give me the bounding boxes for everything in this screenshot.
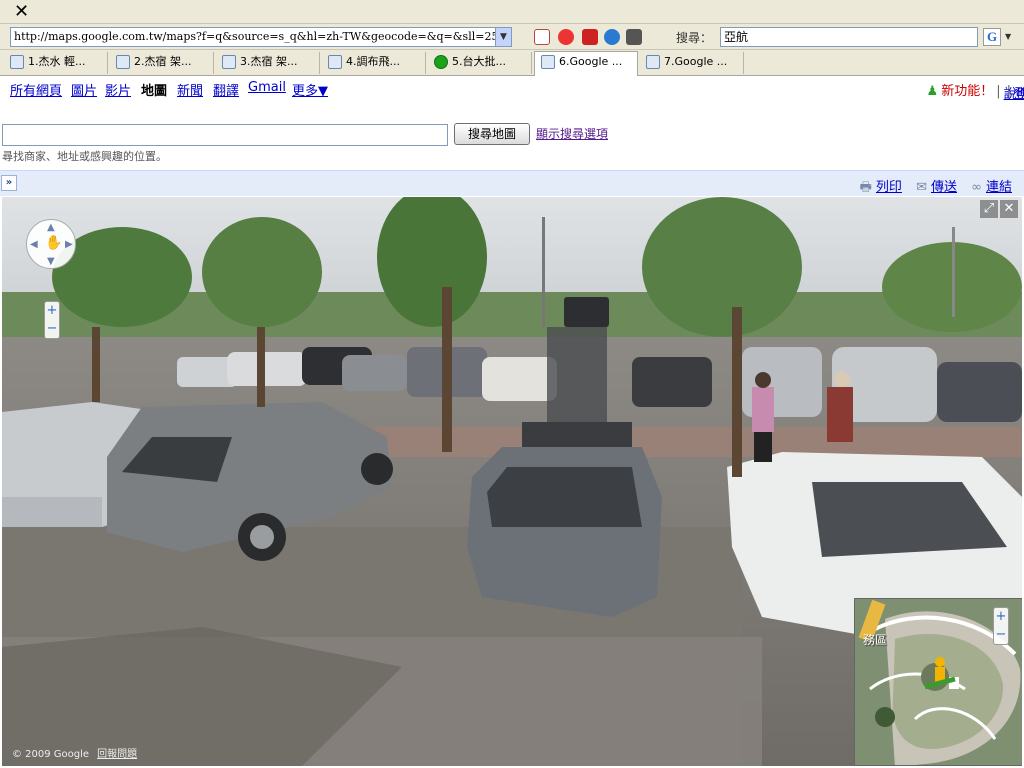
print-icon: 🖶 [859,180,872,195]
tab-5[interactable]: 5.台大批... [428,52,532,74]
fullscreen-icon[interactable]: ⤢ [980,200,998,218]
pan-left-icon[interactable]: ◀ [30,239,38,250]
mini-map-zoom-out-icon[interactable]: − [994,626,1008,644]
address-text: http://maps.google.com.tw/maps?f=q&sourc… [14,30,511,43]
copyright-bar: © 2009 Google 回報問題 [12,745,137,760]
search-hint: 尋找商家、地址或感興趣的位置。 [2,150,167,163]
pan-up-icon[interactable]: ▲ [47,222,55,233]
search-engine-icon[interactable]: G [983,28,1001,46]
green-circle-icon [434,55,448,69]
nav-all-web[interactable]: 所有網頁 [10,80,62,99]
nav-gmail[interactable]: Gmail [248,80,286,95]
login-link[interactable]: 登入 [1014,83,1024,102]
tab-label: 4.調布飛... [346,55,400,68]
page-icon [222,55,236,69]
new-features-link[interactable]: 新功能！ [941,84,993,99]
tab-label: 7.Google ... [664,55,728,68]
window-titlebar: ✕ [0,0,1024,24]
tab-1[interactable]: 1.杰水 輕... [4,52,108,74]
link-link[interactable]: 連結 [986,180,1012,195]
globe-icon[interactable] [604,29,620,45]
sv-zoom-control: + − [44,301,60,339]
address-dropdown-icon[interactable]: ▼ [495,28,511,46]
hand-icon: ✋ [45,235,63,251]
zoom-out-icon[interactable]: − [45,320,59,338]
search-maps-button[interactable]: 搜尋地圖 [454,123,530,145]
google-nav: 所有網頁 圖片 影片 地圖 新聞 翻譯 Gmail 更多▼ ♟ 新功能！ | 說明 | 登… [0,77,1024,102]
nav-images[interactable]: 圖片 [71,80,97,99]
tab-label: 2.杰宿 架... [134,55,192,68]
zoom-in-icon[interactable]: + [45,302,59,320]
nav-more[interactable]: 更多▼ [292,80,328,99]
tab-label: 3.杰宿 架... [240,55,298,68]
tab-3[interactable]: 3.杰宿 架... [216,52,320,74]
search-engine-dropdown-icon[interactable]: ▼ [1005,32,1011,41]
mini-map-label: 務區 [863,633,888,647]
flask-icon: ♟ [926,84,939,99]
block-icon[interactable] [558,29,574,45]
mini-map[interactable]: 務區 + − [854,598,1022,766]
pan-control[interactable]: ▲ ▼ ◀ ▶ ✋ [26,219,76,269]
tab-label: 6.Google ... [559,55,623,68]
sv-window-controls: ⤢ ✕ [978,200,1018,218]
nav-maps-current: 地圖 [141,84,168,99]
nav-news[interactable]: 新聞 [177,80,203,99]
tab-2[interactable]: 2.杰宿 架... [110,52,214,74]
page-icon [646,55,660,69]
close-icon[interactable]: ✕ [14,2,29,22]
nav-video[interactable]: 影片 [105,80,131,99]
popup-blocker-icon[interactable] [582,29,598,45]
show-search-options-link[interactable]: 顯示搜尋選項 [536,125,608,142]
link-icon: ∞ [971,180,982,195]
home-icon[interactable] [534,29,550,45]
sv-close-icon[interactable]: ✕ [1000,200,1018,218]
mini-map-zoom-in-icon[interactable]: + [994,608,1008,626]
map-action-bar: » 🖶 列印 ✉ 傳送 ∞ 連結 [0,170,1024,196]
nav-translate[interactable]: 翻譯 [213,80,239,99]
tab-7[interactable]: 7.Google ... [640,52,744,74]
send-link[interactable]: 傳送 [931,180,957,195]
browser-search-input[interactable]: 亞航 [720,27,978,47]
expand-panel-icon[interactable]: » [1,175,17,191]
page-icon [328,55,342,69]
tab-4[interactable]: 4.調布飛... [322,52,426,74]
street-view-panorama[interactable]: ▲ ▼ ◀ ▶ ✋ + − ⤢✕ © 2009 Google 回報問題 務區 [2,197,1022,766]
page-icon [116,55,130,69]
search-label: 搜尋： [676,31,713,45]
tab-label: 1.杰水 輕... [28,55,86,68]
maps-search-input[interactable] [2,124,448,146]
email-icon: ✉ [916,180,927,195]
window-icon[interactable] [626,29,642,45]
copyright-text: © 2009 Google [12,749,90,760]
report-problem-link[interactable]: 回報問題 [97,749,137,760]
tab-label: 5.台大批... [452,55,506,68]
tab-bar: 1.杰水 輕... 2.杰宿 架... 3.杰宿 架... 4.調布飛... 5… [0,50,1024,76]
mini-map-zoom-control: + − [993,607,1009,645]
tab-6[interactable]: 6.Google ... [534,51,638,76]
print-link[interactable]: 列印 [876,180,902,195]
pan-down-icon[interactable]: ▼ [47,256,55,267]
page-icon [541,55,555,69]
pan-right-icon[interactable]: ▶ [65,239,73,250]
address-bar[interactable]: http://maps.google.com.tw/maps?f=q&sourc… [10,27,512,47]
page-icon [10,55,24,69]
browser-toolbar: http://maps.google.com.tw/maps?f=q&sourc… [0,24,1024,50]
gnav-right: ♟新功能！|說明|登入 [926,80,1024,102]
